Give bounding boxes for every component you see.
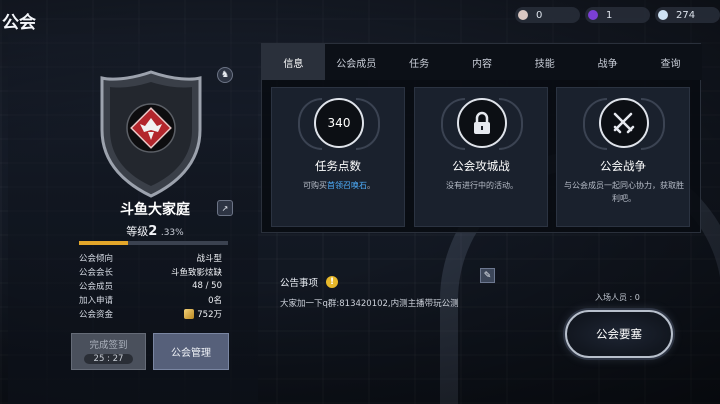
announcement-label: 公告事项 [280,278,319,289]
card-desc: 与公会成员一起同心协力，获取胜利吧。 [564,181,684,203]
resource-pearl: 0 [515,7,580,23]
guild-emblem-shield [100,70,202,198]
desc-text-end: 。 [367,181,375,190]
info-label: 公会倾向 [79,254,114,264]
info-label: 加入申请 [79,296,114,306]
guild-detail-panel: 信息 公会成员 任务 内容 技能 战争 查询 340 任务点数 可购买首领召唤石… [261,43,702,233]
tab-quests[interactable]: 任务 [388,44,451,80]
info-value-funds: 752万 [184,308,222,320]
funds-value: 752万 [197,310,222,320]
level-xp-bar [79,241,228,245]
diamond-icon [658,10,668,20]
quest-points-value: 340 [314,98,364,148]
tab-info[interactable]: 信息 [262,44,325,80]
resource-purple-gem: 1 [585,7,650,23]
resource-diamond: 274 [655,7,720,23]
resource-diamond-value: 274 [676,9,696,21]
level-label: 等级 [126,225,149,238]
edit-announcement-icon[interactable]: ✎ [480,268,495,283]
card-desc: 可购买首领召唤石。 [276,179,402,192]
info-value: 战斗型 [196,254,222,264]
desc-text: 可购买 [303,181,327,190]
tab-members[interactable]: 公会成员 [325,44,388,80]
guild-name: 斗鱼大家庭 [120,202,190,218]
card-quest-points[interactable]: 340 任务点数 可购买首领召唤石。 [271,87,405,227]
guild-fortress-button[interactable]: 公会要塞 [565,310,673,358]
entered-count: 入场人员 : 0 [595,293,640,302]
card-title: 公会战争 [600,159,646,173]
lock-icon [474,111,490,134]
info-label: 公会成员 [79,282,114,292]
tab-search[interactable]: 查询 [639,44,702,80]
level-value: 2 [148,224,158,239]
war-circle [599,98,649,148]
announcement-title: 公告事项 ! [280,275,339,289]
info-row-tendency: 公会倾向 战斗型 [79,252,222,264]
info-row-funds: 公会资金 752万 [79,308,222,320]
tab-skills[interactable]: 技能 [513,44,576,80]
info-value: 48 / 50 [192,281,222,291]
sign-in-button[interactable]: 完成签到 25 : 27 [71,333,146,370]
info-row-leader: 公会会长 斗鱼致影炫缺 [79,266,222,278]
siege-circle [457,98,507,148]
sign-in-timer: 25 : 27 [83,354,134,364]
info-row-applications: 加入申请 0名 [79,294,222,306]
info-label: 公会会长 [79,268,114,278]
resource-purple-gem-value: 1 [606,9,613,21]
tab-war[interactable]: 战争 [576,44,639,80]
card-title: 公会攻城战 [452,159,510,173]
card-title: 任务点数 [315,159,361,173]
level-xp-fill [79,241,129,245]
purple-gem-icon [588,10,598,20]
tab-bar: 信息 公会成员 任务 内容 技能 战争 查询 [262,44,702,80]
warning-icon: ! [326,276,339,288]
page-title: 公会 [2,13,36,33]
tab-content[interactable]: 内容 [451,44,514,80]
gold-coin-icon [184,309,195,319]
pearl-icon [518,10,528,20]
guild-manage-button[interactable]: 公会管理 [153,333,229,370]
info-label: 公会资金 [79,310,114,320]
guild-level: 等级2 .33% [100,223,210,239]
guild-emblem-edit-icon[interactable]: ♞ [217,67,233,83]
share-icon[interactable]: ↗ [217,200,233,216]
level-xp-percent: .33% [160,228,184,238]
info-value: 斗鱼致影炫缺 [170,268,222,278]
announcement-text: 大家加一下q群:813420102,内测主播带玩公测 [280,299,459,309]
card-siege[interactable]: 公会攻城战 没有进行中的活动。 [414,87,548,227]
sign-in-label: 完成签到 [89,340,128,351]
info-row-members: 公会成员 48 / 50 [79,280,222,292]
crossed-swords-icon [613,112,635,134]
card-guild-war[interactable]: 公会战争 与公会成员一起同心协力，获取胜利吧。 [556,87,690,227]
card-desc: 没有进行中的活动。 [446,181,518,190]
resource-pearl-value: 0 [536,9,543,21]
info-value: 0名 [208,296,222,306]
summon-stone-link[interactable]: 首领召唤石 [327,181,367,190]
